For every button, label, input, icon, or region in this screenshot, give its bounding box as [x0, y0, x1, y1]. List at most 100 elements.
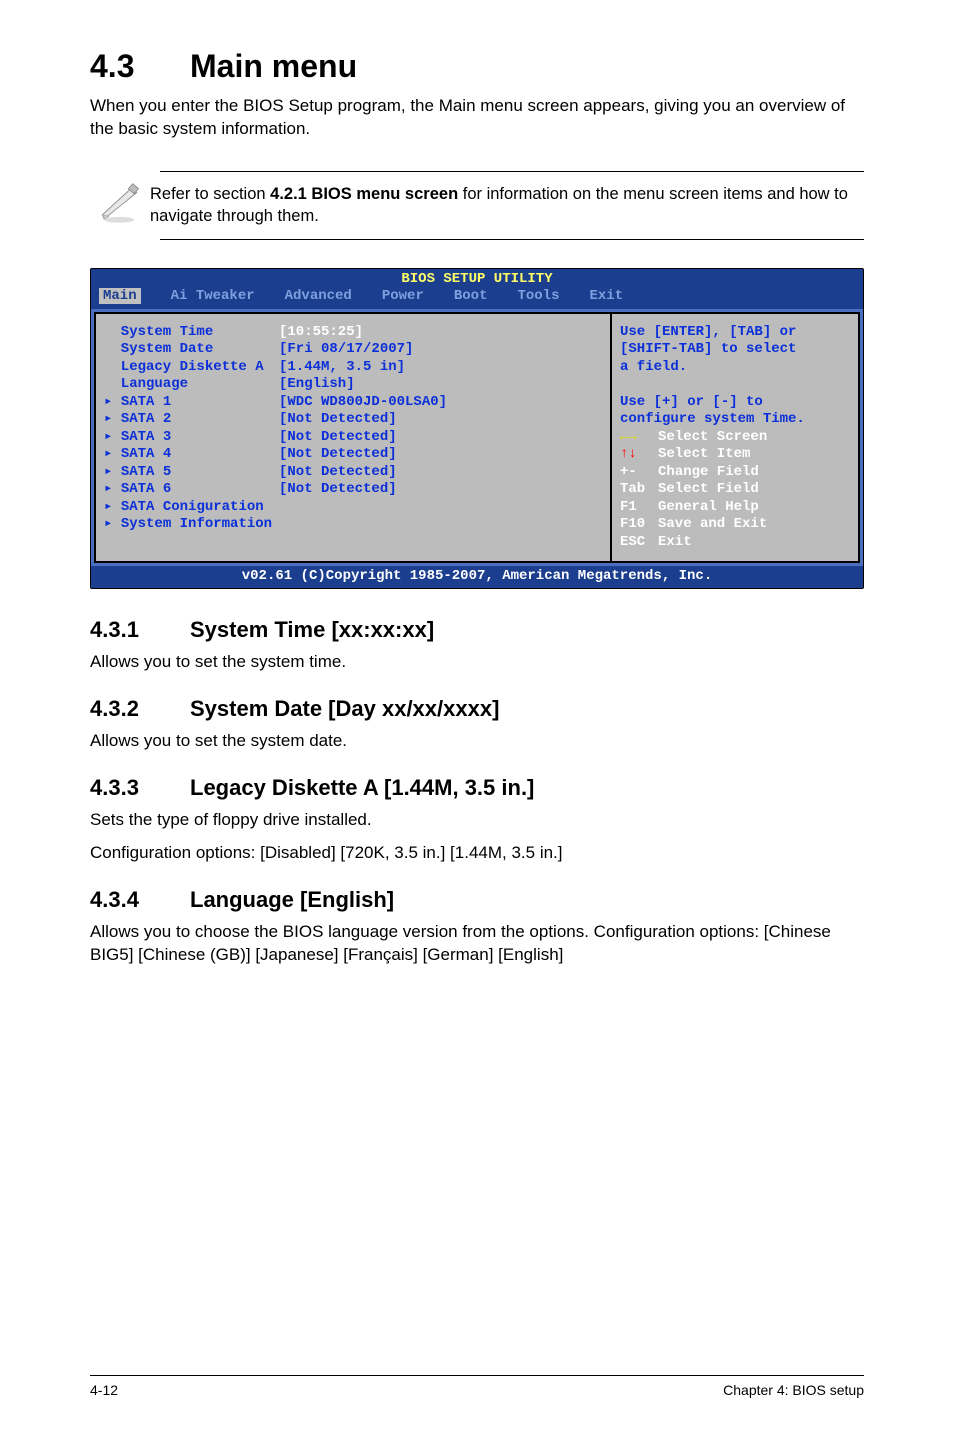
bios-help-key-row: F10Save and Exit [620, 516, 850, 534]
subsection-number: 4.3.1 [90, 617, 190, 643]
bios-row[interactable]: ▸ System Information [104, 516, 602, 534]
bios-screenshot: BIOS SETUP UTILITY Main Ai Tweaker Advance… [90, 268, 864, 589]
note-pre: Refer to section [150, 185, 270, 203]
subsection-text: Allows you to choose the BIOS language v… [90, 921, 864, 967]
bios-row[interactable]: System Time[10:55:25] [104, 324, 602, 342]
bios-row-label: ▸ SATA Coniguration [104, 499, 279, 517]
bios-row-label: ▸ SATA 6 [104, 481, 279, 499]
bios-menu-tools[interactable]: Tools [517, 288, 559, 304]
pencil-icon [90, 182, 150, 229]
subsection-heading: 4.3.4Language [English] [90, 887, 864, 913]
subsection-heading: 4.3.3Legacy Diskette A [1.44M, 3.5 in.] [90, 775, 864, 801]
bios-row-label: ▸ SATA 5 [104, 464, 279, 482]
bios-title: BIOS SETUP UTILITY [91, 269, 863, 289]
bios-help-line: a field. [620, 359, 850, 377]
bios-help-key-desc: Select Field [658, 481, 759, 497]
subsection-title: System Time [xx:xx:xx] [190, 617, 434, 642]
bios-row[interactable]: Language[English] [104, 376, 602, 394]
bios-help-key: ESC [620, 534, 658, 552]
bios-row[interactable]: ▸ SATA 3[Not Detected] [104, 429, 602, 447]
bios-help-line: [SHIFT-TAB] to select [620, 341, 850, 359]
bios-help-key-desc: Save and Exit [658, 516, 767, 532]
bios-menu-bar: Main Ai Tweaker Advanced Power Boot Tools Exit [91, 288, 863, 309]
section-title: Main menu [190, 48, 357, 84]
bios-row-value [279, 516, 602, 534]
bios-row-value: [Not Detected] [279, 446, 602, 464]
bios-help-line: configure system Time. [620, 411, 850, 429]
bios-menu-exit[interactable]: Exit [589, 288, 623, 304]
bios-help-line: Use [ENTER], [TAB] or [620, 324, 850, 342]
bios-row-label: System Date [104, 341, 279, 359]
bios-help-key-row: ←→Select Screen [620, 429, 850, 447]
bios-row[interactable]: ▸ SATA Coniguration [104, 499, 602, 517]
bios-row-label: Language [104, 376, 279, 394]
section-heading: 4.3Main menu [90, 48, 864, 85]
bios-menu-advanced[interactable]: Advanced [285, 288, 352, 304]
page-footer: 4-12 Chapter 4: BIOS setup [90, 1375, 864, 1398]
bios-menu-power[interactable]: Power [382, 288, 424, 304]
bios-row-value: [WDC WD800JD-00LSA0] [279, 394, 602, 412]
bios-help-line [620, 376, 850, 394]
bios-row[interactable]: ▸ SATA 6[Not Detected] [104, 481, 602, 499]
bios-help-key: +- [620, 464, 658, 482]
bios-help-key-row: F1General Help [620, 499, 850, 517]
bios-help-key-desc: Select Screen [658, 429, 767, 445]
bios-row[interactable]: ▸ SATA 1[WDC WD800JD-00LSA0] [104, 394, 602, 412]
note-divider-top [160, 171, 864, 172]
bios-row[interactable]: Legacy Diskette A[1.44M, 3.5 in] [104, 359, 602, 377]
subsection-text: Allows you to set the system time. [90, 651, 864, 674]
footer-right: Chapter 4: BIOS setup [723, 1382, 864, 1398]
note-text: Refer to section 4.2.1 BIOS menu screen … [150, 183, 864, 228]
bios-row-label: System Time [104, 324, 279, 342]
bios-row-value: [Not Detected] [279, 429, 602, 447]
bios-help-key: ↑↓ [620, 446, 658, 464]
bios-footer: v02.61 (C)Copyright 1985-2007, American … [91, 566, 863, 588]
bios-row[interactable]: ▸ SATA 2[Not Detected] [104, 411, 602, 429]
bios-help-key-row: ↑↓Select Item [620, 446, 850, 464]
bios-help-line: Use [+] or [-] to [620, 394, 850, 412]
bios-help-key: ←→ [620, 429, 658, 447]
note-bold: 4.2.1 BIOS menu screen [270, 185, 458, 203]
bios-row[interactable]: System Date[Fri 08/17/2007] [104, 341, 602, 359]
bios-menu-boot[interactable]: Boot [454, 288, 488, 304]
bios-row-value [279, 499, 602, 517]
bios-help-pane: Use [ENTER], [TAB] or[SHIFT-TAB] to sele… [612, 312, 860, 564]
subsection-text: Allows you to set the system date. [90, 730, 864, 753]
bios-help-key-desc: Select Item [658, 446, 750, 462]
bios-row-label: ▸ SATA 2 [104, 411, 279, 429]
bios-help-key-desc: General Help [658, 499, 759, 515]
bios-help-text: Use [ENTER], [TAB] or[SHIFT-TAB] to sele… [620, 324, 850, 429]
bios-menu-ai-tweaker[interactable]: Ai Tweaker [171, 288, 255, 304]
bios-left-pane: System Time[10:55:25] System Date[Fri 08… [94, 312, 612, 564]
note-divider-bottom [160, 239, 864, 240]
bios-help-key-desc: Exit [658, 534, 692, 550]
bios-row[interactable]: ▸ SATA 5[Not Detected] [104, 464, 602, 482]
bios-help-key: F1 [620, 499, 658, 517]
bios-row-value: [1.44M, 3.5 in] [279, 359, 602, 377]
footer-left: 4-12 [90, 1382, 118, 1398]
bios-help-key-row: ESCExit [620, 534, 850, 552]
bios-row[interactable]: ▸ SATA 4[Not Detected] [104, 446, 602, 464]
subsection-title: System Date [Day xx/xx/xxxx] [190, 696, 499, 721]
bios-row-value: [Not Detected] [279, 481, 602, 499]
bios-row-value: [Not Detected] [279, 411, 602, 429]
subsection-title: Language [English] [190, 887, 394, 912]
subsection-heading: 4.3.2System Date [Day xx/xx/xxxx] [90, 696, 864, 722]
bios-help-keys: ←→Select Screen↑↓Select Item+-Change Fie… [620, 429, 850, 552]
note-block: Refer to section 4.2.1 BIOS menu screen … [90, 161, 864, 250]
subsection-number: 4.3.3 [90, 775, 190, 801]
bios-row-label: ▸ SATA 4 [104, 446, 279, 464]
subsection-title: Legacy Diskette A [1.44M, 3.5 in.] [190, 775, 534, 800]
bios-row-label: ▸ System Information [104, 516, 279, 534]
bios-row-value: [Fri 08/17/2007] [279, 341, 602, 359]
bios-row-value: [10:55:25] [279, 324, 602, 342]
subsection-number: 4.3.2 [90, 696, 190, 722]
subsection-heading: 4.3.1System Time [xx:xx:xx] [90, 617, 864, 643]
section-number: 4.3 [90, 48, 190, 85]
bios-row-value: [English] [279, 376, 602, 394]
bios-help-key: Tab [620, 481, 658, 499]
bios-row-value: [Not Detected] [279, 464, 602, 482]
bios-menu-main[interactable]: Main [99, 288, 141, 304]
subsection-number: 4.3.4 [90, 887, 190, 913]
bios-row-label: ▸ SATA 1 [104, 394, 279, 412]
